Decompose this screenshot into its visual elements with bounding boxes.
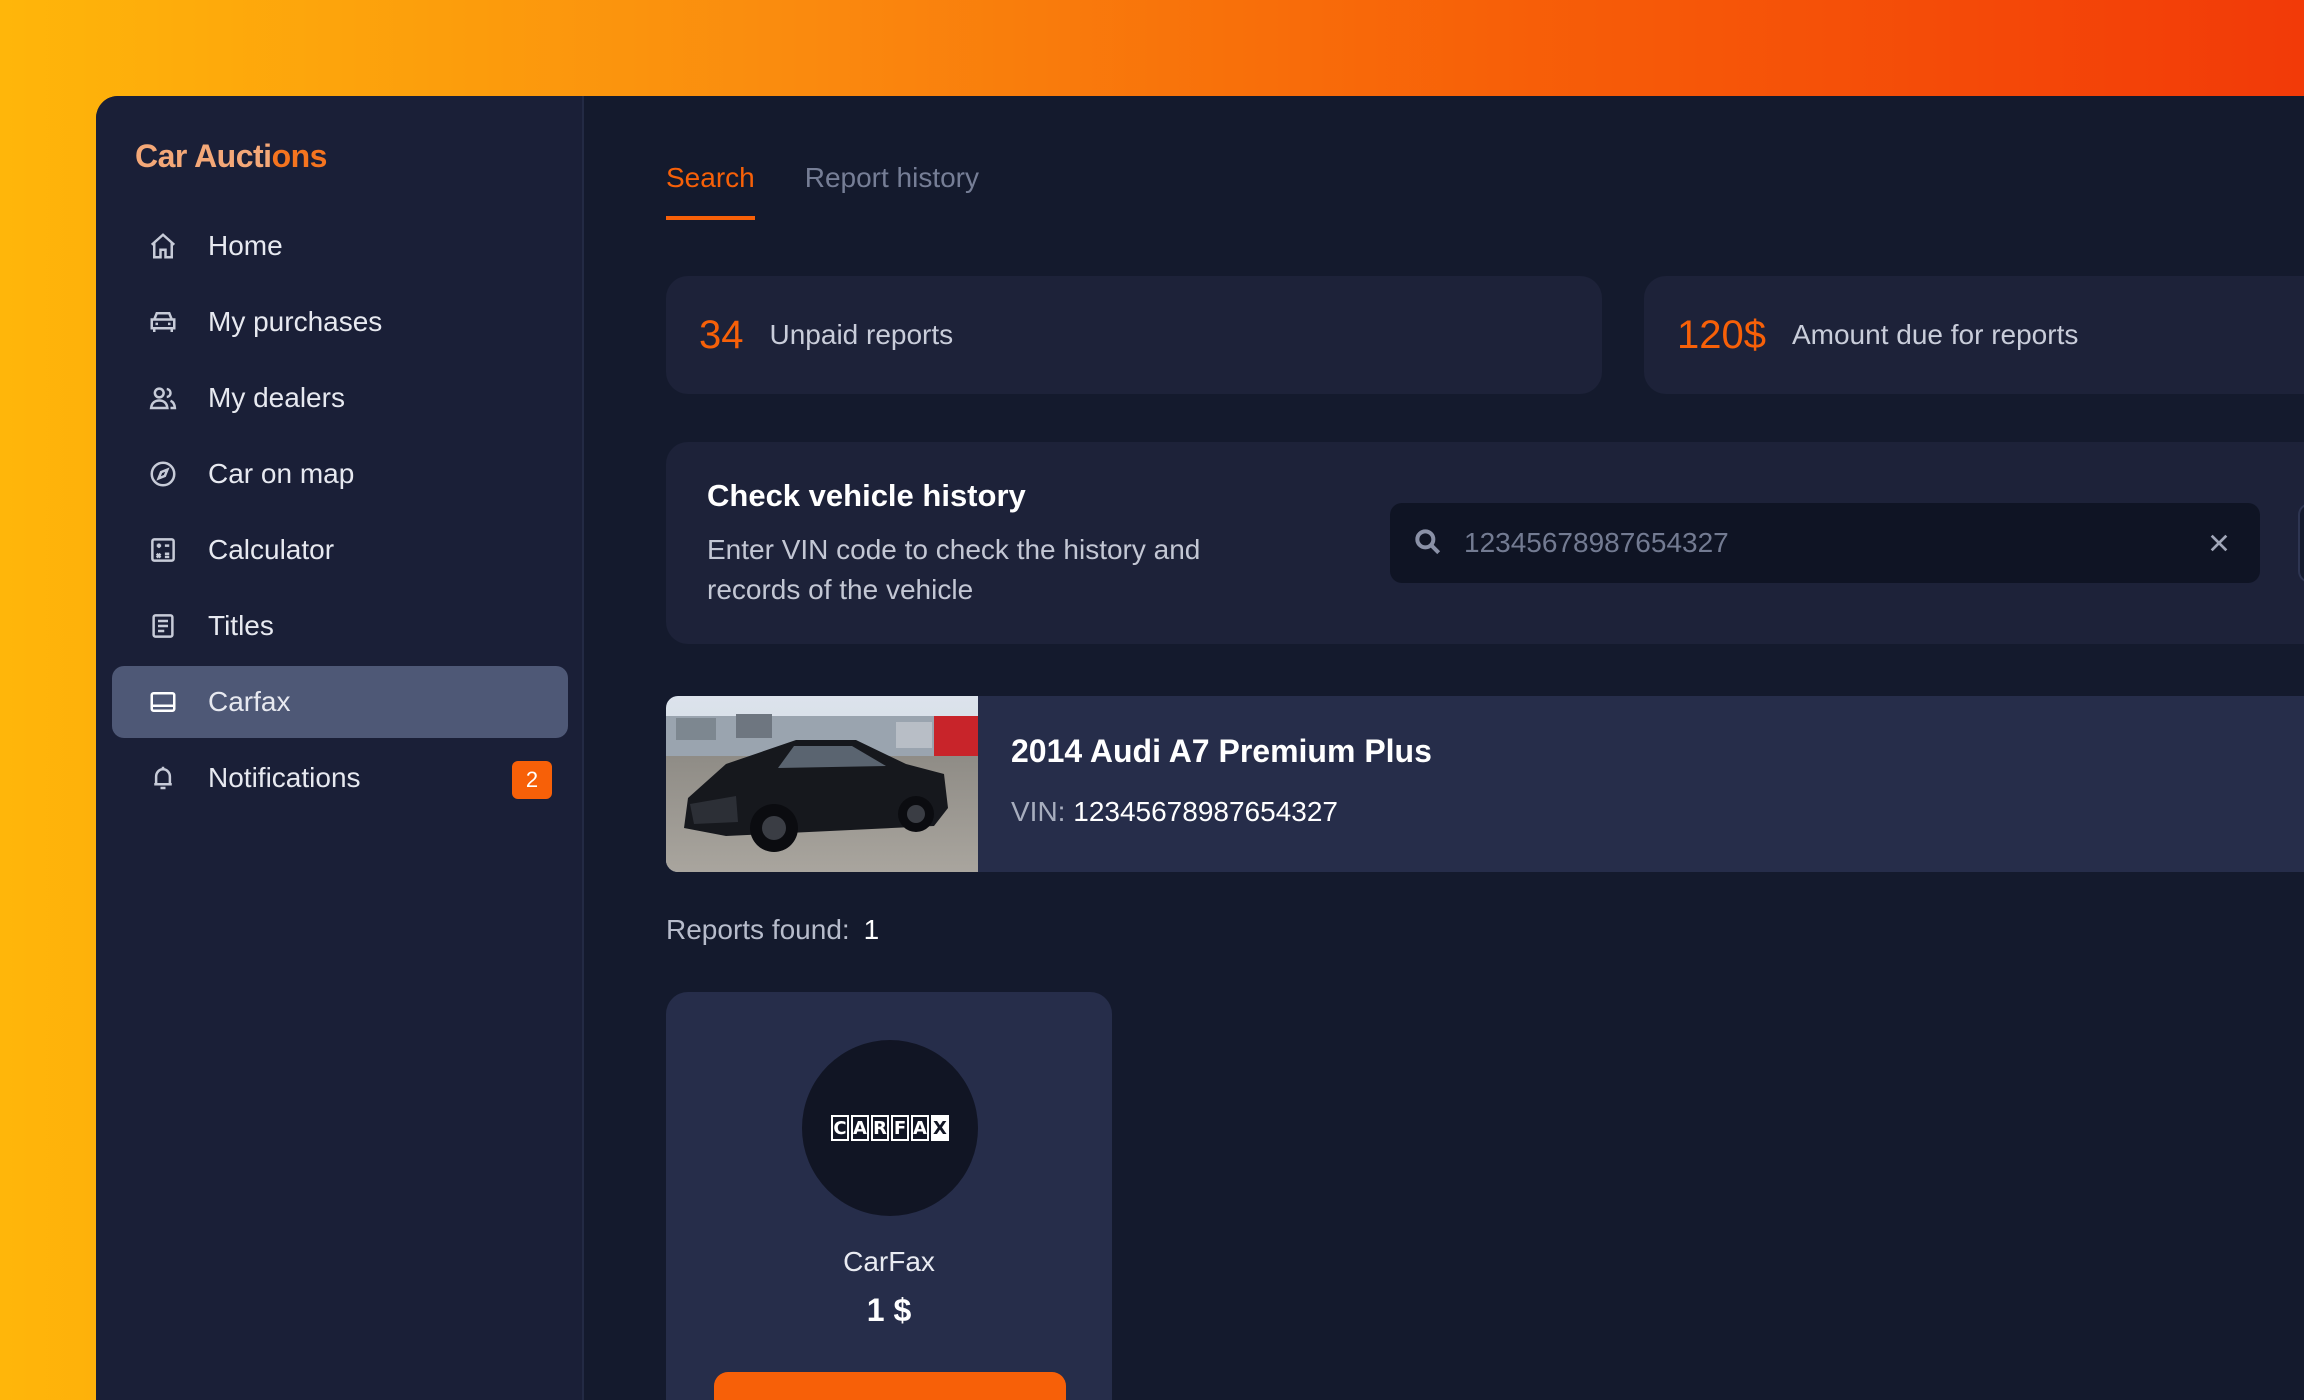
report-price: 1 $ (866, 1292, 912, 1328)
sidebar-item-label: Calculator (208, 534, 335, 565)
notification-count-badge: 2 (512, 761, 552, 799)
sidebar-item-titles[interactable]: Titles (112, 590, 568, 662)
sidebar-item-my-dealers[interactable]: My dealers (112, 362, 568, 434)
sidebar-item-label: Carfax (208, 686, 291, 717)
unpaid-reports-card: 34 Unpaid reports (666, 276, 1602, 394)
brand-logo[interactable]: Car Auctions (135, 138, 327, 175)
bell-icon (146, 761, 180, 795)
reports-found-label: Reports found: (666, 914, 850, 945)
tab-search[interactable]: Search (666, 162, 755, 220)
vin-value: 12345678987654327 (1073, 796, 1338, 827)
sidebar-item-carfax[interactable]: Carfax (112, 666, 568, 738)
sidebar-item-calculator[interactable]: Calculator (112, 514, 568, 586)
brand-text-accent: ons (271, 138, 328, 174)
check-vehicle-panel: Check vehicle history Enter VIN code to … (666, 442, 2304, 644)
amount-due-card: 120$ Amount due for reports (1644, 276, 2304, 394)
amount-due-value: 120$ (1677, 312, 1766, 357)
calculator-icon (146, 533, 180, 567)
tab-report-history[interactable]: Report history (805, 162, 979, 220)
car-icon (146, 305, 180, 339)
compass-icon (146, 457, 180, 491)
search-icon (1412, 526, 1446, 560)
vehicle-photo (666, 696, 978, 872)
sidebar-item-home[interactable]: Home (112, 210, 568, 282)
vin-search-input[interactable] (1464, 527, 2202, 559)
vehicle-vin: VIN: 12345678987654327 (1011, 796, 1338, 828)
sidebar-item-label: My purchases (208, 306, 383, 337)
buy-report-button[interactable] (714, 1372, 1066, 1400)
reports-found-count: 1 (863, 914, 880, 945)
sidebar: Car Auctions Home My purchases My dealer… (96, 96, 584, 1400)
unpaid-reports-label: Unpaid reports (769, 319, 954, 350)
reports-found: Reports found: 1 (666, 914, 879, 946)
sidebar-item-my-purchases[interactable]: My purchases (112, 286, 568, 358)
home-icon (146, 229, 180, 263)
vehicle-result-card[interactable]: 2014 Audi A7 Premium Plus VIN: 123456789… (666, 696, 2304, 872)
check-vehicle-description: Enter VIN code to check the history and … (707, 534, 1201, 605)
sidebar-item-label: Car on map (208, 458, 355, 489)
sidebar-item-label: Home (208, 230, 283, 261)
sidebar-item-notifications[interactable]: Notifications 2 (112, 742, 568, 814)
brand-text: Car Aucti (135, 138, 272, 174)
tab-bar: Search Report history (666, 162, 979, 220)
sidebar-item-car-on-map[interactable]: Car on map (112, 438, 568, 510)
clear-search-icon[interactable] (2202, 526, 2236, 560)
vehicle-title: 2014 Audi A7 Premium Plus (1011, 733, 1432, 769)
sidebar-item-label: Titles (208, 610, 274, 641)
users-icon (146, 381, 180, 415)
main-content: Search Report history 34 Unpaid reports … (586, 96, 2304, 1400)
app-window: Car Auctions Home My purchases My dealer… (96, 96, 2304, 1400)
sidebar-item-label: My dealers (208, 382, 345, 413)
report-card[interactable]: CARFAX CarFax 1 $ (666, 992, 1112, 1400)
carfax-logo-text: CARFAX (831, 1115, 949, 1141)
sidebar-item-label: Notifications (208, 762, 361, 793)
carfax-logo: CARFAX (802, 1040, 978, 1216)
vin-search-box (1390, 503, 2260, 583)
search-submit-button[interactable] (2298, 503, 2304, 583)
card-icon (146, 685, 180, 719)
check-vehicle-title: Check vehicle history (707, 478, 1026, 513)
unpaid-reports-count: 34 (699, 312, 744, 357)
vin-label: VIN: (1011, 796, 1066, 827)
report-name: CarFax (843, 1246, 935, 1277)
document-icon (146, 609, 180, 643)
sidebar-nav: Home My purchases My dealers Car on map (112, 210, 568, 818)
amount-due-label: Amount due for reports (1791, 319, 2079, 350)
